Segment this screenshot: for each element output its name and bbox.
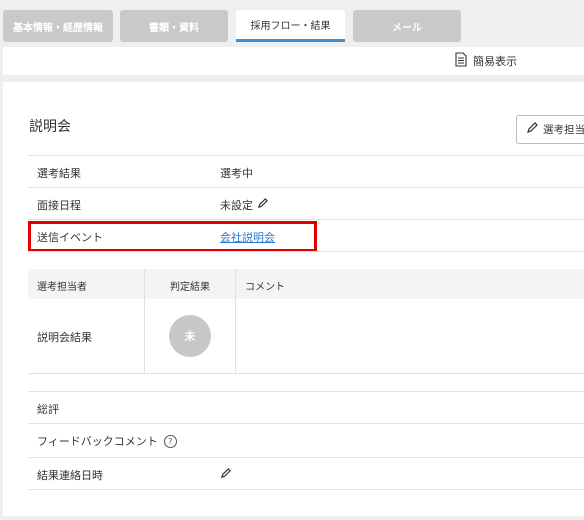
tab-label: 書類・資料 [149,22,199,34]
comment-header: コメント [245,282,285,293]
tab-label: メール [392,22,422,34]
interview-date-label: 面接日程 [37,199,81,212]
tab-basic-info[interactable]: 基本情報・経歴情報 [3,10,113,42]
tab-recruit-flow[interactable]: 採用フロー・結果 [236,10,345,42]
evaluation-row-label: 説明会結果 [37,331,92,344]
briefing-card: 説明会 選考担当 選考結果 選考中 面接日程 未設定 送信イベント 会社説明会 … [3,82,584,516]
simple-view-button[interactable]: 簡易表示 [455,52,517,70]
result-contact-date-field [220,468,231,482]
divider [28,251,584,252]
tab-mail[interactable]: メール [353,10,461,42]
assign-button-label: 選考担当 [543,124,584,136]
overall-review-label: 総評 [37,403,59,416]
highlight-box [28,221,317,252]
divider [28,155,584,156]
judgement-header: 判定結果 [170,282,210,293]
assignee-header: 選考担当者 [37,282,87,293]
result-label: 選考結果 [37,167,81,180]
assign-selector-button[interactable]: 選考担当 [516,115,584,144]
document-icon [455,52,473,70]
toolbar: 簡易表示 [3,47,584,75]
divider [28,391,584,392]
divider [28,373,584,374]
section-title: 説明会 [29,119,71,135]
result-value: 選考中 [220,167,253,180]
edit-pencil-icon[interactable] [257,198,268,212]
tab-documents[interactable]: 書類・資料 [120,10,228,42]
interview-date-value: 未設定 [220,199,253,212]
divider [28,219,584,220]
result-contact-date-label: 結果連絡日時 [37,469,103,482]
feedback-comment-label: フィードバックコメント [37,435,158,448]
tab-label: 基本情報・経歴情報 [13,22,103,34]
evaluation-header: 選考担当者 判定結果 コメント [28,269,584,299]
tab-label: 採用フロー・結果 [250,21,331,32]
divider [28,423,584,424]
judgement-badge: 未 [169,315,211,357]
column-divider [235,269,236,373]
edit-pencil-icon[interactable] [220,468,231,482]
simple-view-label: 簡易表示 [473,55,517,68]
divider [28,457,584,458]
feedback-comment-row: フィードバックコメント ? [37,433,177,449]
pencil-icon [526,122,543,137]
divider [28,489,584,490]
help-icon[interactable]: ? [163,434,177,448]
interview-date-field: 未設定 [220,197,268,213]
divider [28,187,584,188]
column-divider [144,269,145,373]
